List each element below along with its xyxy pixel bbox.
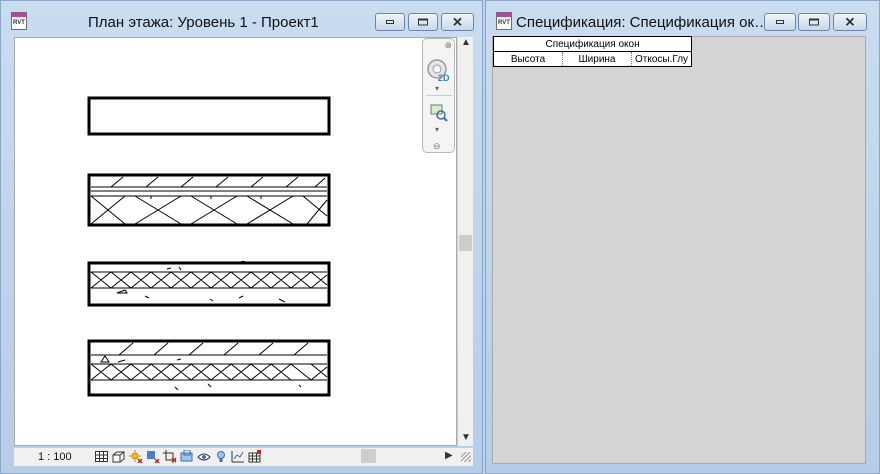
view-control-icons	[94, 449, 262, 464]
title-bar[interactable]: RVT План этажа: Уровень 1 - Проект1 ✕	[1, 1, 482, 35]
wheel-2d-label: 2D	[438, 73, 450, 83]
visual-style-icon[interactable]	[111, 449, 126, 464]
detail-level-icon[interactable]	[94, 449, 109, 464]
temporary-hide-icon[interactable]	[196, 449, 211, 464]
minimize-icon	[776, 20, 784, 24]
view-control-bar: 1 : 100 ▶	[14, 447, 473, 466]
column-header-width[interactable]: Ширина	[562, 51, 632, 67]
navbar-options-icon[interactable]: ⊖	[433, 141, 441, 152]
schedule-title[interactable]: Спецификация окон	[492, 36, 693, 52]
revit-document-icon: RVT	[496, 12, 512, 30]
view-scale[interactable]: 1 : 100	[38, 451, 72, 463]
scroll-up-icon[interactable]: ▲	[461, 37, 471, 48]
maximize-button[interactable]	[408, 13, 438, 31]
close-icon: ✕	[844, 14, 856, 30]
wall-type-4	[87, 339, 331, 397]
sun-path-icon[interactable]	[128, 449, 143, 464]
crop-view-icon[interactable]	[162, 449, 177, 464]
minimize-button[interactable]	[764, 13, 796, 31]
floor-plan-window: RVT План этажа: Уровень 1 - Проект1 ✕ ⊗ …	[0, 0, 483, 474]
scroll-down-icon[interactable]: ▼	[461, 432, 471, 443]
maximize-icon	[809, 18, 819, 26]
analysis-icon[interactable]	[230, 449, 245, 464]
close-button[interactable]: ✕	[833, 13, 867, 31]
column-header-height[interactable]: Высота	[493, 51, 563, 67]
revit-icon-label: RVT	[13, 20, 25, 26]
reveal-hidden-icon[interactable]	[213, 449, 228, 464]
maximize-button[interactable]	[798, 13, 830, 31]
navigation-bar: ⊗ 2D ▾ ▾ ⊖	[422, 38, 455, 153]
steering-wheel-icon[interactable]: 2D	[426, 57, 452, 83]
wall-type-2	[87, 173, 331, 227]
wheel-dropdown-icon[interactable]: ▾	[435, 84, 439, 93]
navbar-divider	[426, 95, 452, 96]
shadows-off-icon[interactable]	[145, 449, 160, 464]
wall-type-3	[87, 261, 331, 307]
wall-type-1	[87, 96, 331, 136]
title-bar[interactable]: RVT Спецификация: Спецификация ок… ✕	[486, 1, 879, 35]
column-header-reveal-depth[interactable]: Откосы.Глу	[630, 51, 693, 67]
show-crop-icon[interactable]	[179, 449, 194, 464]
zoom-region-icon[interactable]	[429, 103, 449, 123]
horizontal-scroll-thumb[interactable]	[361, 449, 376, 463]
close-button[interactable]: ✕	[441, 13, 474, 31]
minimize-icon	[386, 20, 394, 24]
maximize-icon	[418, 18, 428, 26]
resize-grip-icon[interactable]	[461, 452, 471, 462]
scroll-right-icon[interactable]: ▶	[445, 450, 453, 461]
revit-icon-label: RVT	[498, 20, 510, 26]
window-title: План этажа: Уровень 1 - Проект1	[88, 14, 319, 31]
zoom-dropdown-icon[interactable]: ▾	[435, 125, 439, 134]
worksets-icon[interactable]	[247, 449, 262, 464]
close-icon: ✕	[452, 14, 463, 30]
floor-plan-drawing	[87, 96, 331, 397]
revit-document-icon: RVT	[11, 12, 27, 30]
window-title: Спецификация: Спецификация ок…	[516, 14, 770, 31]
schedule-table: Спецификация окон Высота Ширина Откосы.Г…	[492, 36, 693, 67]
vertical-scrollbar[interactable]: ▲ ▼	[458, 37, 473, 446]
navbar-close-icon[interactable]: ⊗	[444, 40, 452, 51]
drawing-canvas[interactable]	[14, 37, 457, 446]
vertical-scroll-thumb[interactable]	[459, 235, 472, 251]
schedule-view-area[interactable]	[492, 36, 866, 464]
minimize-button[interactable]	[375, 13, 405, 31]
